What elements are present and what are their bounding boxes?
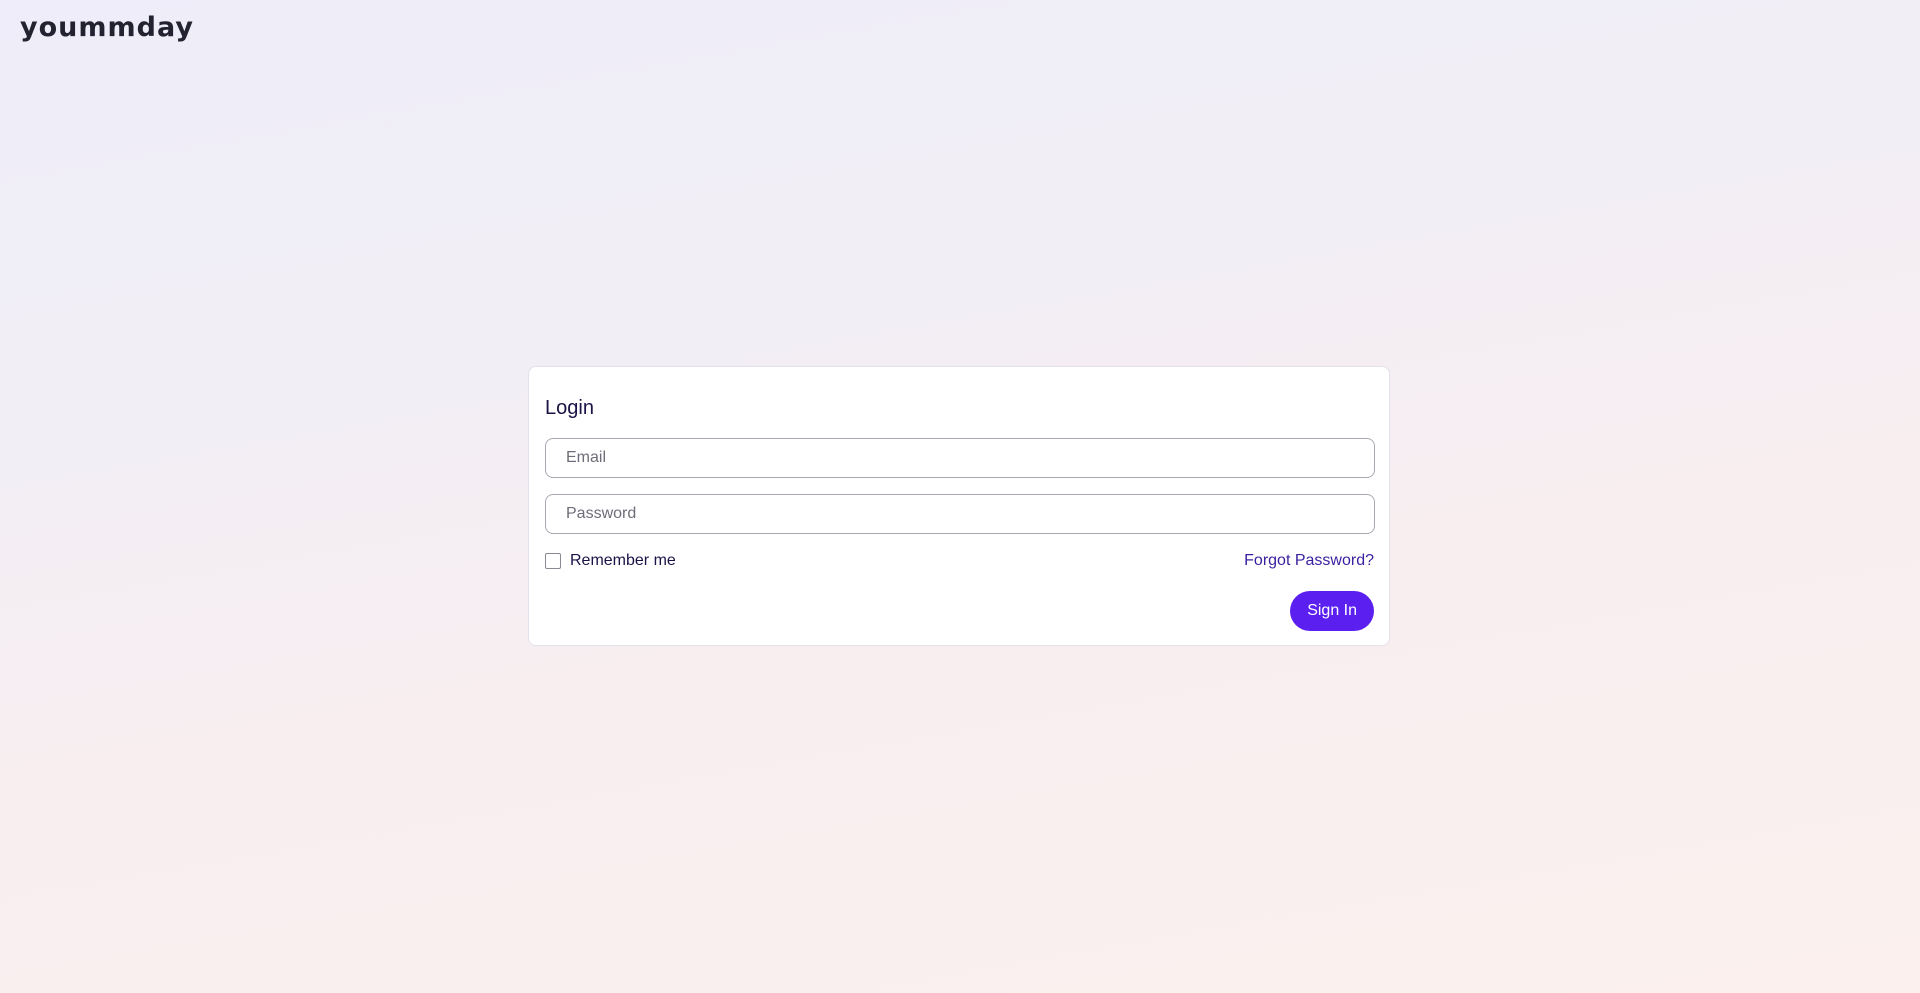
password-field[interactable] bbox=[545, 494, 1375, 534]
email-field[interactable] bbox=[545, 438, 1375, 478]
login-title: Login bbox=[545, 397, 594, 419]
remember-me-control[interactable]: Remember me bbox=[545, 552, 676, 570]
checkbox-unchecked-icon[interactable] bbox=[545, 553, 561, 569]
login-card: Login Remember me Forgot Password? Sign … bbox=[528, 366, 1390, 646]
brand-logo: yoummday bbox=[20, 12, 194, 43]
remember-me-label: Remember me bbox=[570, 552, 676, 569]
sign-in-button[interactable]: Sign In bbox=[1290, 591, 1374, 631]
forgot-password-link[interactable]: Forgot Password? bbox=[1244, 552, 1374, 570]
